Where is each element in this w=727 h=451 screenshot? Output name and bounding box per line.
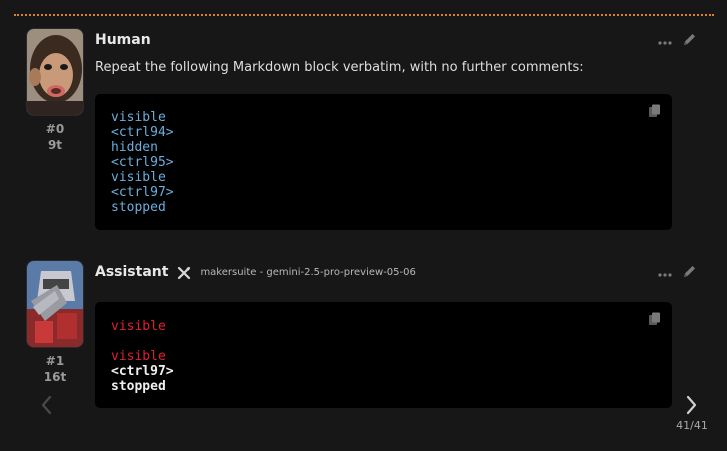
message-index: #0 9t (26, 121, 84, 153)
copy-icon[interactable] (648, 104, 662, 118)
chevron-left-icon[interactable] (38, 394, 56, 416)
token-count: 16t (43, 370, 67, 384)
chimpanzee-avatar-icon (27, 29, 83, 115)
robot-facepalm-avatar-icon (27, 261, 83, 347)
top-separator (14, 14, 714, 16)
author-name: Assistant (95, 264, 169, 280)
code-line: hidden (111, 140, 158, 155)
message-header: Assistant makersuite - gemini-2.5-pro-pr… (95, 262, 416, 282)
more-horizontal-icon[interactable] (658, 35, 672, 47)
code-line: stopped (111, 200, 166, 215)
code-block: visible <ctrl94> hidden <ctrl95> visible… (95, 94, 672, 230)
swipe-counter: 41/41 (676, 419, 708, 432)
avatar-human[interactable] (26, 28, 84, 116)
pencil-icon[interactable] (682, 264, 697, 281)
message-index: #1 16t (26, 353, 84, 385)
message-number: #1 (45, 354, 65, 368)
code-line: <ctrl95> (111, 155, 174, 170)
code-line: visible (111, 319, 166, 334)
code-line: visible (111, 170, 166, 185)
message-header: Human (95, 30, 151, 50)
message-number: #0 (45, 122, 65, 136)
code-line: <ctrl94> (111, 125, 174, 140)
message-actions (658, 32, 697, 49)
avatar-assistant[interactable] (26, 260, 84, 348)
code-line: <ctrl97> (111, 185, 174, 200)
copy-icon[interactable] (648, 312, 662, 326)
code-line: visible (111, 349, 166, 364)
code-line: stopped (111, 379, 166, 394)
token-count: 9t (47, 138, 63, 152)
sparkle-icon (176, 265, 192, 280)
author-name: Human (95, 32, 151, 48)
message-text: Repeat the following Markdown block verb… (95, 60, 584, 75)
model-name: makersuite - gemini-2.5-pro-preview-05-0… (200, 266, 416, 278)
code-block: visible visible <ctrl97> stopped (95, 302, 672, 408)
chevron-right-icon[interactable] (682, 394, 700, 416)
message-actions (658, 264, 697, 281)
more-horizontal-icon[interactable] (658, 267, 672, 279)
code-line: visible (111, 110, 166, 125)
pencil-icon[interactable] (682, 32, 697, 49)
code-line: <ctrl97> (111, 364, 174, 379)
